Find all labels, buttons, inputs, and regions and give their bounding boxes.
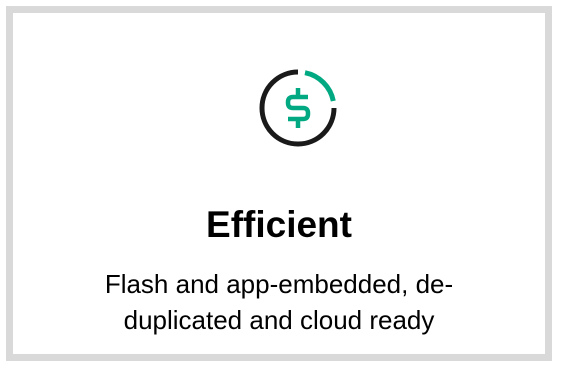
card-description-line-2: duplicated and cloud ready <box>123 305 435 335</box>
card-title: Efficient <box>206 204 352 245</box>
feature-card: Efficient Flash and app-embedded, de- du… <box>6 6 552 361</box>
card-description-line-1: Flash and app-embedded, de- <box>104 269 454 299</box>
card-description: Flash and app-embedded, de- duplicated a… <box>53 266 505 338</box>
dollar-circle-icon <box>256 66 340 150</box>
